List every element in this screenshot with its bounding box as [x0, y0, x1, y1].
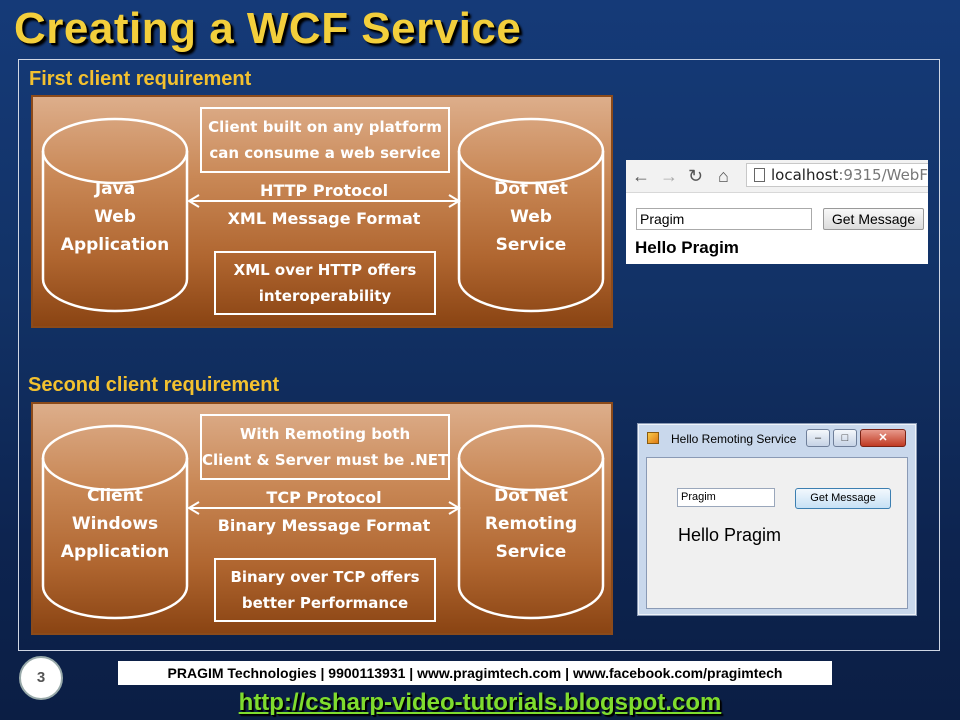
reload-icon[interactable]: ↻ — [688, 165, 703, 187]
get-message-button[interactable]: Get Message — [823, 208, 924, 230]
dotnet-web-service-cylinder: Dot Net Web Service — [457, 117, 605, 313]
window-title: Hello Remoting Service — [671, 432, 797, 446]
cylinder-line: Service — [495, 235, 567, 255]
cylinder-line: Web — [510, 207, 552, 227]
web-service-diagram: Java Web Application Dot Net Web Service… — [31, 95, 613, 328]
cylinder-line: Web — [94, 207, 136, 227]
box-line: With Remoting both — [239, 425, 411, 443]
box-line: Binary over TCP offers — [230, 568, 420, 586]
slide-title: Creating a WCF Service — [14, 4, 522, 53]
forward-arrow-icon[interactable]: → — [660, 165, 678, 187]
cylinder-line: Windows — [71, 514, 159, 534]
blog-link[interactable]: http://csharp-video-tutorials.blogspot.c… — [0, 689, 960, 717]
get-message-button[interactable]: Get Message — [795, 488, 891, 509]
box-line: XML over HTTP offers — [233, 261, 417, 279]
app-icon — [647, 432, 659, 444]
back-arrow-icon[interactable]: ← — [632, 165, 650, 187]
browser-toolbar: ← → ↻ ⌂ localhost:9315/WebFo — [626, 160, 928, 193]
remoting-service-diagram: Client Windows Application Dot Net Remot… — [31, 402, 613, 635]
maximize-icon[interactable]: □ — [833, 429, 857, 447]
bidirectional-arrow-icon — [187, 501, 461, 515]
cylinder-line: Client — [87, 486, 143, 506]
cylinder-line: Application — [60, 235, 170, 255]
name-input[interactable]: Pragim — [636, 208, 812, 230]
first-requirement-label: First client requirement — [29, 68, 252, 90]
platform-note-box: Client built on any platform can consume… — [200, 107, 450, 173]
cylinder-line: Java — [94, 179, 136, 199]
box-line: better Performance — [241, 594, 409, 612]
box-line: Client & Server must be .NET — [202, 451, 449, 469]
greeting-output: Hello Pragim — [635, 238, 739, 257]
message-format-line: Binary Message Format — [217, 516, 431, 535]
url-host: localhost — [771, 166, 839, 184]
url-path: :9315/WebFo — [838, 166, 928, 184]
performance-note-box: Binary over TCP offers better Performanc… — [214, 558, 436, 622]
windows-app-cylinder: Client Windows Application — [41, 424, 189, 620]
box-line: interoperability — [258, 287, 392, 305]
address-bar[interactable]: localhost:9315/WebFo — [746, 163, 928, 187]
cylinder-line: Dot Net — [494, 486, 568, 506]
cylinder-line: Application — [60, 542, 170, 562]
browser-client-screenshot: ← → ↻ ⌂ localhost:9315/WebFo Pragim Get … — [626, 160, 928, 264]
page-icon — [754, 168, 765, 182]
dotnet-remoting-service-cylinder: Dot Net Remoting Service — [457, 424, 605, 620]
second-requirement-label: Second client requirement — [28, 374, 280, 396]
home-icon[interactable]: ⌂ — [718, 165, 729, 187]
cylinder-line: Service — [495, 542, 567, 562]
cylinder-line: Remoting — [484, 514, 578, 534]
message-format-line: XML Message Format — [227, 209, 421, 228]
box-line: Client built on any platform — [208, 118, 442, 136]
windows-form-screenshot: Hello Remoting Service – □ ✕ Pragim Get … — [637, 423, 917, 616]
box-line: can consume a web service — [209, 144, 441, 162]
dotnet-requirement-note-box: With Remoting both Client & Server must … — [200, 414, 450, 480]
close-icon[interactable]: ✕ — [860, 429, 906, 447]
bidirectional-arrow-icon — [187, 194, 461, 208]
name-input[interactable]: Pragim — [677, 488, 775, 507]
java-app-cylinder: Java Web Application — [41, 117, 189, 313]
greeting-output: Hello Pragim — [678, 525, 782, 545]
minimize-icon[interactable]: – — [806, 429, 830, 447]
interoperability-note-box: XML over HTTP offers interoperability — [214, 251, 436, 315]
cylinder-line: Dot Net — [494, 179, 568, 199]
form-client-area: Pragim Get Message Hello Pragim — [646, 457, 908, 609]
company-footer: PRAGIM Technologies | 9900113931 | www.p… — [118, 661, 832, 685]
